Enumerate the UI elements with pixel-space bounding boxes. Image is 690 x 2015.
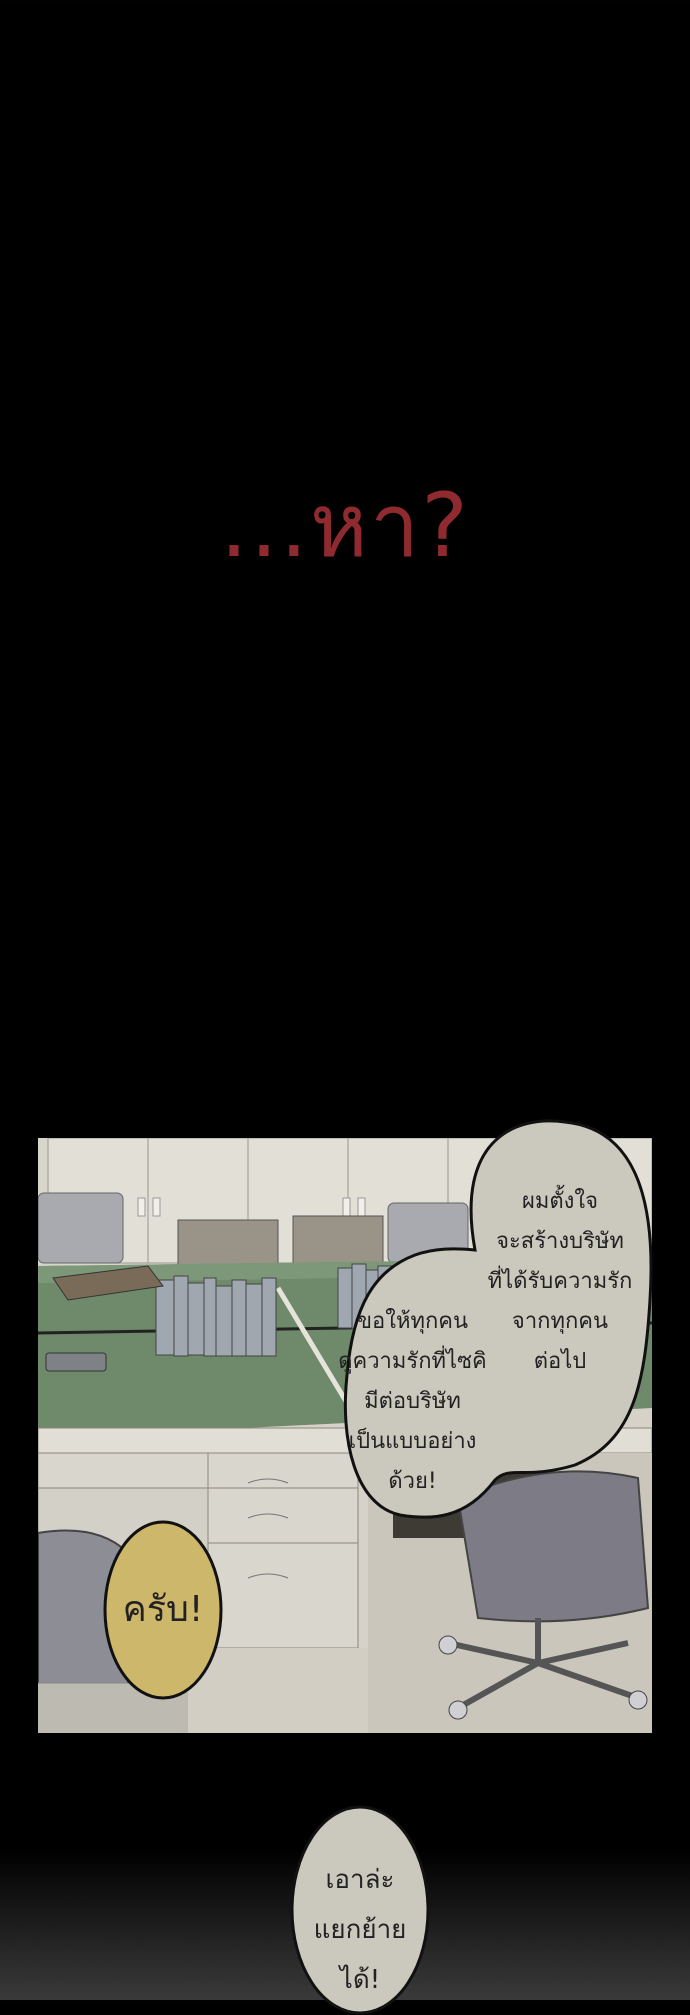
speech-bubble-main-left-text: ขอให้ทุกคน ดูความรักที่ไซคิ มีต่อบริษัท … bbox=[335, 1302, 490, 1502]
text-line: เป็นแบบอย่าง bbox=[348, 1429, 477, 1454]
shout-text: ...หา? bbox=[219, 474, 471, 577]
text-line: ดูความรักที่ไซคิ bbox=[338, 1349, 487, 1374]
text-line: ด้วย! bbox=[388, 1469, 437, 1494]
text-line: ขอให้ทุกคน bbox=[356, 1309, 469, 1334]
speech-bubble-main: ผมตั้งใจ จะสร้างบริษัท ที่ได้รับความรัก … bbox=[338, 1119, 653, 1540]
text-line: ที่ได้รับความรัก bbox=[487, 1269, 633, 1294]
text-line: ต่อไป bbox=[533, 1349, 587, 1374]
text-line: แยกย้าย bbox=[313, 1915, 407, 1945]
speech-bubble-main-right-text: ผมตั้งใจ จะสร้างบริษัท ที่ได้รับความรัก … bbox=[465, 1182, 655, 1382]
text-line: มีต่อบริษัท bbox=[364, 1389, 461, 1414]
text-line: เอาล่ะ bbox=[325, 1865, 395, 1895]
speech-bubble-bottom-text: เอาล่ะ แยกย้าย ได้! bbox=[290, 1855, 430, 2005]
text-line: ได้! bbox=[339, 1965, 381, 1995]
text-line: จากทุกคน bbox=[511, 1309, 609, 1334]
speech-bubble-yellow-text: ครับ! bbox=[122, 1589, 204, 1630]
speech-bubble-yellow: ครับ! bbox=[103, 1520, 223, 1700]
speech-bubble-bottom: เอาล่ะ แยกย้าย ได้! bbox=[290, 1805, 430, 2015]
text-line: จะสร้างบริษัท bbox=[496, 1229, 624, 1254]
text-line: ผมตั้งใจ bbox=[521, 1189, 599, 1214]
